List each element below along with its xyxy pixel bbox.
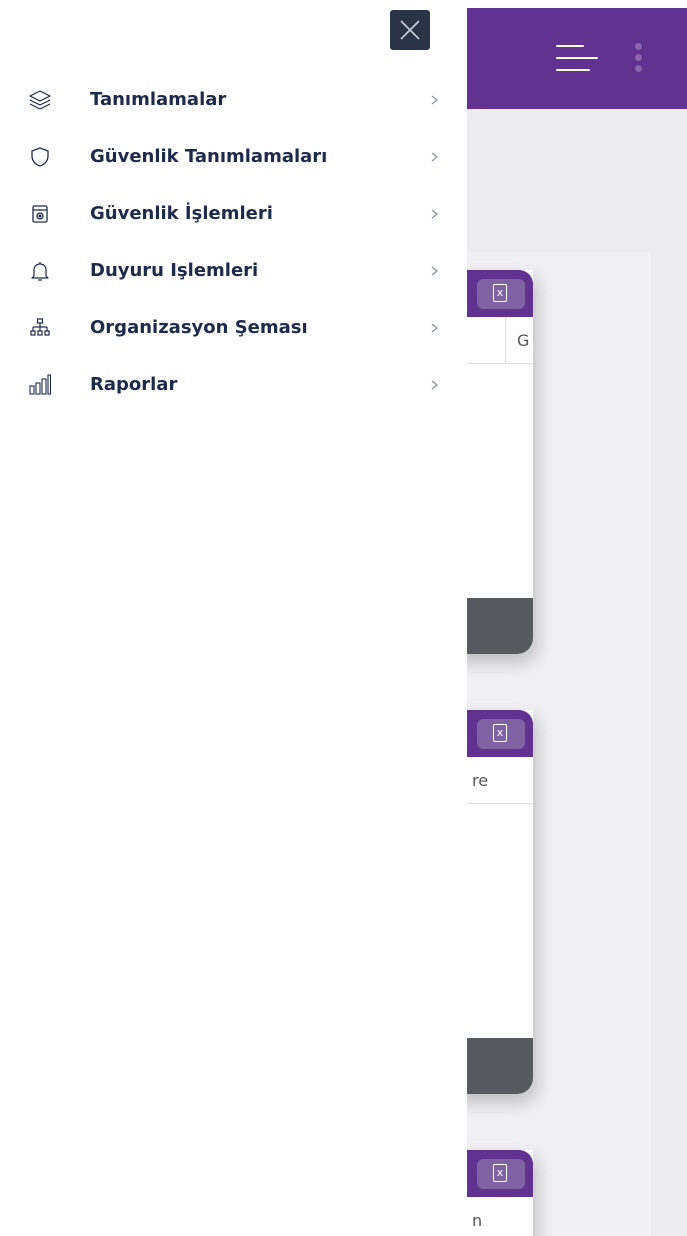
menu-item-label: Tanımlamalar [90,89,227,110]
menu-item-label: Duyuru Işlemleri [90,260,259,281]
menu-item-organizasyon-semasi[interactable]: Organizasyon Şeması [8,302,467,359]
drawer-menu: Tanımlamalar Güvenlik Tanımlamaları Güve… [8,74,467,416]
app-frame: x G x re x n Tanımlamalar Güvenlik Tanım… [8,8,687,1236]
menu-item-duyuru-islemleri[interactable]: Duyuru Işlemleri [8,245,467,302]
bell-icon [31,262,49,281]
close-button[interactable] [390,10,430,50]
menu-item-tanimlamalar[interactable]: Tanımlamalar [8,74,467,131]
menu-item-label: Güvenlik Tanımlamaları [90,146,328,167]
safe-icon [32,205,48,223]
chevron-right-icon [431,152,438,162]
menu-item-label: Güvenlik İşlemleri [90,203,273,224]
chevron-right-icon [431,323,438,333]
column-header: re [472,771,489,790]
shield-icon [31,147,49,167]
hamburger-menu-icon[interactable] [556,44,600,72]
menu-item-guvenlik-islemleri[interactable]: Güvenlik İşlemleri [8,188,467,245]
column-header: G [517,331,530,350]
side-drawer: Tanımlamalar Güvenlik Tanımlamaları Güve… [8,8,467,1236]
bar-chart-icon [29,374,52,395]
column-header: n [472,1211,483,1230]
export-excel-button[interactable]: x [477,719,525,749]
close-icon [400,20,420,40]
menu-item-label: Organizasyon Şeması [90,317,308,338]
export-excel-button[interactable]: x [477,279,525,309]
chevron-right-icon [431,95,438,105]
menu-item-guvenlik-tanimlamalari[interactable]: Güvenlik Tanımlamaları [8,131,467,188]
excel-file-icon: x [493,724,507,742]
chevron-right-icon [431,266,438,276]
chevron-right-icon [431,380,438,390]
menu-item-raporlar[interactable]: Raporlar [8,359,467,416]
excel-file-icon: x [493,1164,507,1182]
org-chart-icon [30,318,50,336]
excel-file-icon: x [493,284,507,302]
export-excel-button[interactable]: x [477,1159,525,1189]
layers-icon [29,90,51,110]
chevron-right-icon [431,209,438,219]
more-options-icon[interactable] [632,40,644,76]
menu-item-label: Raporlar [90,374,178,395]
